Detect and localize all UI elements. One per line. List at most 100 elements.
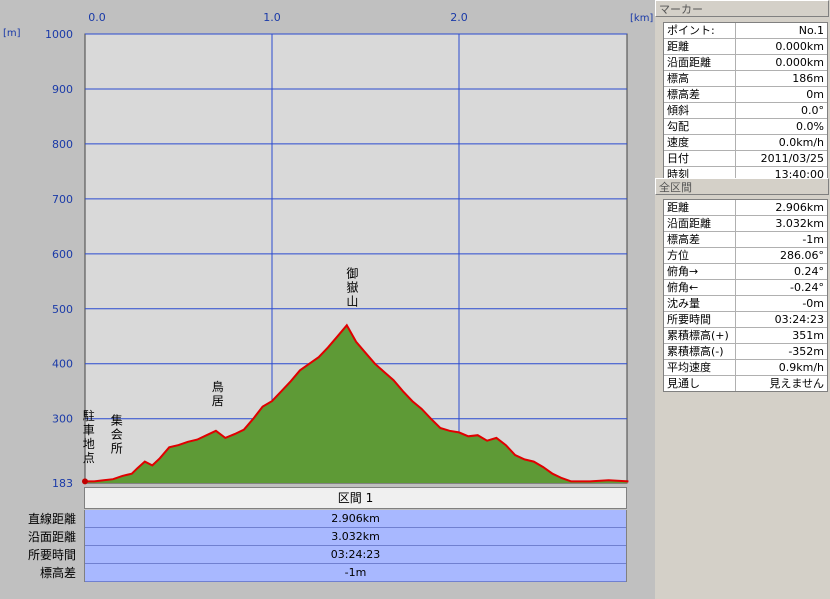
summary-value: 2.906km xyxy=(85,510,626,528)
summary-label: 所要時間 xyxy=(27,548,76,562)
row-key: 俯角→ xyxy=(664,264,736,279)
x-tick-label: 1.0 xyxy=(263,11,281,24)
annotation-label: 点 xyxy=(83,451,95,465)
row-value: 0m xyxy=(806,88,824,101)
row-value: 03:24:23 xyxy=(774,313,824,326)
panel-row: 累積標高(-) -352m xyxy=(664,344,827,360)
panel-row: 傾斜 0.0° xyxy=(664,103,827,119)
row-value: 0.000km xyxy=(775,56,824,69)
y-tick-label: 700 xyxy=(52,193,73,206)
row-value: 186m xyxy=(792,72,824,85)
marker-point xyxy=(82,478,88,485)
summary-value: -1m xyxy=(85,564,626,582)
summary-values: 2.906km 3.032km 03:24:23 -1m xyxy=(84,510,627,582)
row-key: 沿面距離 xyxy=(664,55,736,70)
row-key: 日付 xyxy=(664,151,736,166)
annotation-label: 御 xyxy=(346,266,358,281)
section-header[interactable]: 区間 1 xyxy=(84,487,627,509)
row-value: 0.0% xyxy=(796,120,824,133)
row-value: 0.0° xyxy=(801,104,824,117)
annotation-label: 嶽 xyxy=(346,281,358,295)
y-unit-label: [m] xyxy=(3,28,21,39)
panel-row: 方位 286.06° xyxy=(664,248,827,264)
annotation-label: 山 xyxy=(346,295,358,309)
panel-row: 所要時間 03:24:23 xyxy=(664,312,827,328)
panel-row: 累積標高(+) 351m xyxy=(664,328,827,344)
row-key: 速度 xyxy=(664,135,736,150)
section-table: 距離 2.906km 沿面距離 3.032km 標高差 -1m 方位 286.06° 俯角→ 0.… xyxy=(663,199,828,392)
x-unit-label: [km] xyxy=(630,13,653,24)
annotation-label: 鳥 xyxy=(212,379,224,394)
row-key: 標高差 xyxy=(664,232,736,247)
row-value: -0m xyxy=(802,297,824,310)
row-key: 標高 xyxy=(664,71,736,86)
row-key: 傾斜 xyxy=(664,103,736,118)
panel-row: 標高差 -1m xyxy=(664,232,827,248)
row-value: 0.0km/h xyxy=(778,136,824,149)
y-tick-label: 183 xyxy=(52,477,73,487)
row-value: 見えません xyxy=(769,377,824,390)
row-key: 沿面距離 xyxy=(664,216,736,231)
y-tick-label: 500 xyxy=(52,303,73,316)
annotation-label: 地 xyxy=(83,437,95,451)
panel-row: 沿面距離 3.032km xyxy=(664,216,827,232)
row-key: 標高差 xyxy=(664,87,736,102)
elevation-chart: 1000 900 800 700 600 500 400 300 183 0.0 1.0 2.0 駐車… xyxy=(3,11,653,487)
row-key: 所要時間 xyxy=(664,312,736,327)
panel-row: 勾配 0.0% xyxy=(664,119,827,135)
marker-panel-header[interactable]: マーカー xyxy=(655,0,829,17)
row-key: 俯角← xyxy=(664,280,736,295)
panel-row: 俯角← -0.24° xyxy=(664,280,827,296)
row-value: -0.24° xyxy=(790,281,824,294)
summary-labels: 直線距離沿面距離所要時間標高差 xyxy=(0,510,84,582)
annotation-label: 集 xyxy=(111,412,123,427)
summary-label: 標高差 xyxy=(39,566,76,580)
y-tick-label: 900 xyxy=(52,83,73,96)
panel-row: 平均速度 0.9km/h xyxy=(664,360,827,376)
y-tick-label: 800 xyxy=(52,138,73,151)
row-key: 累積標高(+) xyxy=(664,328,736,343)
annotation-label: 所 xyxy=(111,441,123,455)
row-value: 0.9km/h xyxy=(778,361,824,374)
y-tick-label: 600 xyxy=(52,248,73,261)
row-value: 2011/03/25 xyxy=(760,152,824,165)
annotation-label: 会 xyxy=(111,427,123,441)
annotation-label: 駐 xyxy=(83,408,95,423)
marker-table: ポイント: No.1 距離 0.000km 沿面距離 0.000km 標高 186m 標高差 0m… xyxy=(663,22,828,183)
panel-row: ポイント: No.1 xyxy=(664,23,827,39)
row-value: -1m xyxy=(802,233,824,246)
row-value: 3.032km xyxy=(775,217,824,230)
row-key: 見通し xyxy=(664,376,736,391)
section-panel-header[interactable]: 全区間 xyxy=(655,178,829,195)
row-key: 累積標高(-) xyxy=(664,344,736,359)
panel-row: 見通し 見えません xyxy=(664,376,827,391)
info-panel: マーカー ポイント: No.1 距離 0.000km 沿面距離 0.000km 標高 186m… xyxy=(655,0,830,599)
panel-row: 距離 2.906km xyxy=(664,200,827,216)
row-key: ポイント: xyxy=(664,23,736,38)
row-key: 勾配 xyxy=(664,119,736,134)
row-key: 沈み量 xyxy=(664,296,736,311)
annotation-label: 車 xyxy=(83,423,95,437)
panel-row: 距離 0.000km xyxy=(664,39,827,55)
row-value: 2.906km xyxy=(775,201,824,214)
row-value: 0.000km xyxy=(775,40,824,53)
annotation-label: 居 xyxy=(212,394,224,408)
panel-row: 速度 0.0km/h xyxy=(664,135,827,151)
summary-value: 03:24:23 xyxy=(85,546,626,564)
y-tick-label: 1000 xyxy=(45,28,73,41)
x-tick-label: 0.0 xyxy=(88,11,106,24)
row-value: 0.24° xyxy=(794,265,824,278)
panel-row: 標高 186m xyxy=(664,71,827,87)
x-tick-label: 2.0 xyxy=(450,11,468,24)
y-tick-label: 400 xyxy=(52,358,73,371)
row-value: 286.06° xyxy=(780,249,824,262)
row-key: 方位 xyxy=(664,248,736,263)
summary-label: 直線距離 xyxy=(27,512,76,526)
panel-row: 日付 2011/03/25 xyxy=(664,151,827,167)
summary-label: 沿面距離 xyxy=(27,530,76,544)
summary-value: 3.032km xyxy=(85,528,626,546)
row-value: No.1 xyxy=(798,24,824,37)
y-tick-label: 300 xyxy=(52,413,73,426)
panel-row: 沈み量 -0m xyxy=(664,296,827,312)
row-value: -352m xyxy=(788,345,824,358)
